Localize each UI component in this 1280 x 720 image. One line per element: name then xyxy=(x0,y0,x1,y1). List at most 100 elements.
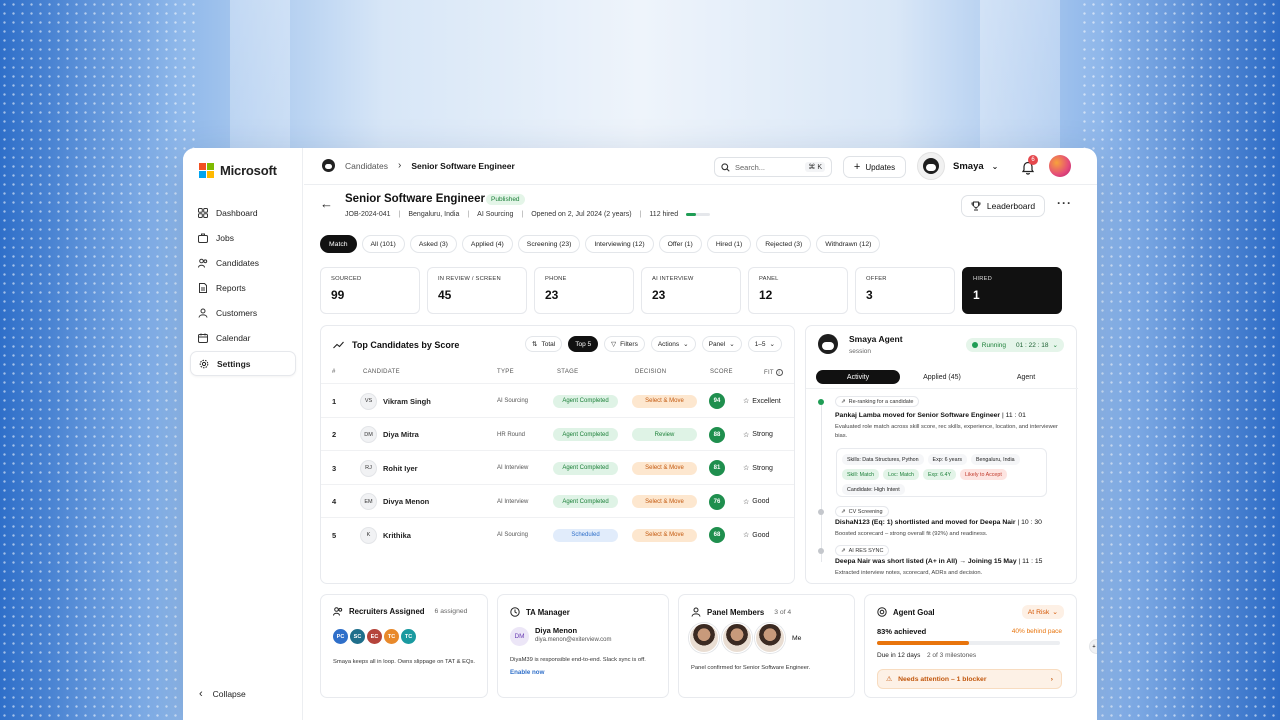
panel-member-avatar[interactable] xyxy=(722,623,752,653)
decision-button[interactable]: Select & Move xyxy=(632,461,697,475)
candidate-name[interactable]: Vikram Singh xyxy=(383,397,431,406)
tab-hired[interactable]: Hired (1) xyxy=(706,235,752,253)
job-opened: Opened on 2, Jul 2024 (2 years) xyxy=(531,211,632,218)
stat-ai-interview[interactable]: AI INTERVIEW 23 xyxy=(641,267,741,314)
sidebar-item-calendar[interactable]: Calendar xyxy=(190,326,296,351)
score-badge: 81 xyxy=(709,460,725,476)
recruiter-avatar[interactable]: EC xyxy=(367,629,382,644)
breadcrumb-current: Senior Software Engineer xyxy=(411,160,515,171)
tab-asked[interactable]: Asked (3) xyxy=(409,235,457,253)
recruiter-avatar[interactable]: TC xyxy=(384,629,399,644)
risk-dropdown[interactable]: At Risk ⌄ xyxy=(1021,605,1064,619)
tab-rejected[interactable]: Rejected (3) xyxy=(756,235,812,253)
stat-value: 12 xyxy=(759,288,773,302)
event-title: DishaN123 (Eq: 1) shortlisted and moved … xyxy=(835,519,1042,526)
collapse-label: Collapse xyxy=(212,689,246,699)
range-dropdown[interactable]: 1–5 ⌄ xyxy=(747,336,782,352)
actions-dropdown[interactable]: Actions ⌄ xyxy=(650,336,696,352)
stat-panel[interactable]: PANEL 12 xyxy=(748,267,848,314)
tab-screening[interactable]: Screening (23) xyxy=(517,235,581,253)
agent-timer: 01 : 22 : 18 xyxy=(1016,341,1049,349)
profile-avatar[interactable] xyxy=(1049,155,1071,177)
collapse-button[interactable]: ‹ Collapse xyxy=(199,688,246,700)
candidate-name[interactable]: Divya Menon xyxy=(383,497,429,506)
stat-phone[interactable]: PHONE 23 xyxy=(534,267,634,314)
table-row[interactable]: 4 EM Divya Menon AI Interview Agent Complete… xyxy=(321,483,794,518)
total-button[interactable]: ⇅ Total xyxy=(525,336,563,352)
match-chip: Likely to Accept xyxy=(959,469,1007,480)
table-row[interactable]: 3 RJ Rohit Iyer AI Interview Agent Completed… xyxy=(321,450,794,484)
stat-sourced[interactable]: SOURCED 99 xyxy=(320,267,420,314)
enable-now-link[interactable]: Enable now xyxy=(510,669,544,676)
tab-applied-45[interactable]: Applied (45) xyxy=(900,370,984,384)
hired-progress-bar xyxy=(686,213,711,216)
tab-activity[interactable]: Activity xyxy=(816,370,900,384)
decision-button[interactable]: Review xyxy=(632,428,697,441)
tab-agent[interactable]: Agent xyxy=(984,370,1068,384)
sidebar-item-label: Dashboard xyxy=(216,207,258,218)
more-options-icon[interactable]: ··· xyxy=(1057,196,1072,210)
tab-offer[interactable]: Offer (1) xyxy=(658,235,702,253)
decision-button[interactable]: Select & Move xyxy=(632,394,697,408)
fit-header-label: FIT xyxy=(764,370,774,376)
me-label: Me xyxy=(792,634,802,642)
recruiter-avatar[interactable]: PC xyxy=(333,629,348,644)
table-row[interactable]: 2 DM Diya Mitra HR Round Agent Completed Revi… xyxy=(321,416,794,451)
tab-match[interactable]: Match xyxy=(320,235,357,253)
warning-icon: ⚠ xyxy=(886,676,893,683)
agent-avatar xyxy=(818,334,838,354)
filters-button[interactable]: ▽ Filters xyxy=(604,336,645,352)
event-time: 10 : 30 xyxy=(1021,519,1042,526)
breadcrumb-candidates[interactable]: Candidates xyxy=(345,161,388,171)
candidate-avatar: RJ xyxy=(360,459,377,477)
table-row[interactable]: 5 K Krithika AI Sourcing Scheduled Select & M… xyxy=(321,517,794,551)
stat-offer[interactable]: OFFER 3 xyxy=(855,267,955,314)
sidebar-item-dashboard[interactable]: Dashboard xyxy=(190,200,296,225)
tab-all[interactable]: All (101) xyxy=(361,235,405,253)
fit-label: Excellent xyxy=(752,397,781,405)
sidebar-item-reports[interactable]: Reports xyxy=(190,276,296,301)
top5-button[interactable]: Top 5 xyxy=(568,336,599,352)
tab-withdrawn[interactable]: Withdrawn (12) xyxy=(816,235,881,253)
decision-button[interactable]: Select & Move xyxy=(632,495,697,508)
panel-dropdown[interactable]: Panel ⌄ xyxy=(701,336,742,352)
tab-interviewing[interactable]: Interviewing (12) xyxy=(585,235,654,253)
panel-member-avatar[interactable] xyxy=(689,623,719,653)
panel-note: Panel confirmed for Senior Software Engi… xyxy=(691,665,811,671)
stat-in-review[interactable]: IN REVIEW / SCREEN 45 xyxy=(427,267,527,314)
decision-button[interactable]: Select & Move xyxy=(632,528,697,542)
recruiters-card: Recruiters Assigned 6 assigned PC SC EC TC T… xyxy=(320,594,1097,698)
candidate-rank: 4 xyxy=(332,497,337,506)
recruiter-avatar[interactable]: SC xyxy=(350,629,365,644)
event-title-text: Deepa Nair was short listed (A+ in All) … xyxy=(835,558,1017,565)
chevron-down-icon: ⌄ xyxy=(683,341,689,348)
panel-member-avatar[interactable] xyxy=(755,623,785,653)
microsoft-logo[interactable]: Microsoft xyxy=(199,163,277,178)
needs-attention-banner[interactable]: ⚠ Needs attention – 1 blocker › xyxy=(877,669,1062,689)
candidate-name[interactable]: Krithika xyxy=(383,531,411,540)
search-input[interactable]: Search... ⌘ K xyxy=(714,157,832,177)
updates-button[interactable]: + Updates xyxy=(843,156,906,178)
document-icon xyxy=(199,283,207,294)
sidebar-item-settings[interactable]: Settings xyxy=(190,351,296,377)
stat-hired[interactable]: HIRED 1 xyxy=(962,267,1062,314)
candidate-name[interactable]: Rohit Iyer xyxy=(383,464,418,473)
sidebar-item-customers[interactable]: Customers xyxy=(190,301,296,326)
panel-members-header: Panel Members 3 of 4 xyxy=(691,607,791,617)
agent-status-dropdown[interactable]: Running 01 : 22 : 18 ⌄ xyxy=(965,338,1064,352)
actions-label: Actions xyxy=(657,340,680,348)
sidebar-item-jobs[interactable]: Jobs xyxy=(190,225,296,250)
manager-avatar: DM xyxy=(510,627,529,646)
back-arrow-icon[interactable]: ← xyxy=(320,196,333,211)
stage-badge: Agent Completed xyxy=(553,428,618,441)
leaderboard-button[interactable]: Leaderboard xyxy=(961,195,1045,217)
chevron-right-icon: › xyxy=(398,160,402,171)
table-row[interactable]: 1 VS Vikram Singh AI Sourcing Agent Complete… xyxy=(321,383,794,417)
user-menu[interactable]: Smaya ⌄ xyxy=(917,152,998,180)
candidate-name[interactable]: Diya Mitra xyxy=(383,430,419,439)
sidebar-item-candidates[interactable]: Candidates xyxy=(190,250,296,275)
tab-applied[interactable]: Applied (4) xyxy=(461,235,513,253)
more-recruiters-badge[interactable]: +1 xyxy=(1089,639,1097,654)
ta-manager-card: TA Manager DM Diya Menon diya.menon@exit… xyxy=(497,594,669,698)
recruiter-avatar[interactable]: TC xyxy=(401,629,416,644)
